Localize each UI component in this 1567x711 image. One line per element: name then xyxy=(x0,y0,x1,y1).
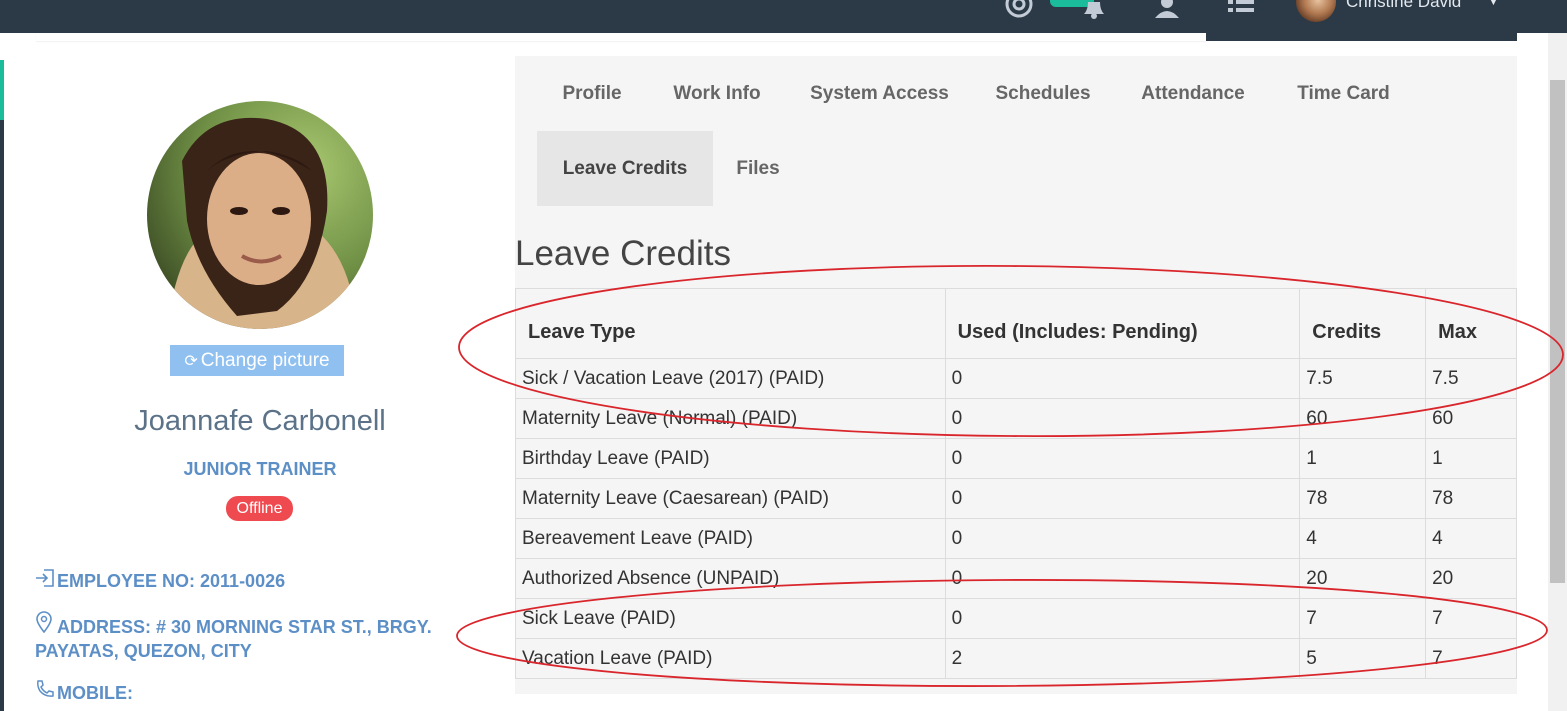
page-header-strip xyxy=(36,33,1206,41)
table-header-row: Leave Type Used (Includes: Pending) Cred… xyxy=(515,288,1517,359)
cell-leave-type: Birthday Leave (PAID) xyxy=(515,438,946,479)
cell-max: 78 xyxy=(1425,478,1517,519)
table-row: Maternity Leave (Caesarean) (PAID) 0 78 … xyxy=(515,478,1517,519)
address-line: ADDRESS: # 30 MORNING STAR ST., BRGY. xyxy=(35,611,432,641)
table-row: Maternity Leave (Normal) (PAID) 0 60 60 xyxy=(515,398,1517,439)
cell-used: 0 xyxy=(944,558,1301,599)
col-credits: Credits xyxy=(1299,288,1427,359)
employee-no-line: EMPLOYEE NO: 2011-0026 xyxy=(35,568,285,595)
cell-leave-type: Sick / Vacation Leave (2017) (PAID) xyxy=(515,358,946,399)
address-line-2: PAYATAS, QUEZON, CITY xyxy=(35,638,252,665)
cell-max: 1 xyxy=(1425,438,1517,479)
tab-profile[interactable]: Profile xyxy=(537,56,647,131)
cell-max: 60 xyxy=(1425,398,1517,439)
cell-credits: 1 xyxy=(1299,438,1427,479)
profile-photo xyxy=(147,101,373,329)
user-menu-ext xyxy=(1206,33,1517,41)
cell-used: 0 xyxy=(944,358,1301,399)
employee-name: Joannafe Carbonell xyxy=(134,405,386,437)
cell-max: 7 xyxy=(1425,638,1517,679)
cell-leave-type: Maternity Leave (Caesarean) (PAID) xyxy=(515,478,946,519)
address-line2: PAYATAS, QUEZON, CITY xyxy=(35,641,252,661)
support-icon[interactable] xyxy=(1005,0,1033,20)
sidebar-active-marker xyxy=(0,60,4,120)
cell-credits: 78 xyxy=(1299,478,1427,519)
col-leave-type: Leave Type xyxy=(515,288,946,359)
users-icon[interactable] xyxy=(1152,0,1182,20)
cell-leave-type: Sick Leave (PAID) xyxy=(515,598,946,639)
address-line1: ADDRESS: # 30 MORNING STAR ST., BRGY. xyxy=(57,617,432,637)
cell-credits: 7 xyxy=(1299,598,1427,639)
tab-system-access[interactable]: System Access xyxy=(787,56,972,131)
tab-files[interactable]: Files xyxy=(713,131,803,206)
list-icon[interactable] xyxy=(1228,0,1256,20)
status-badge: Offline xyxy=(226,496,293,521)
table-row: Birthday Leave (PAID) 0 1 1 xyxy=(515,438,1517,479)
table-row: Bereavement Leave (PAID) 0 4 4 xyxy=(515,518,1517,559)
tab-schedules[interactable]: Schedules xyxy=(972,56,1114,131)
refresh-icon: ⟳ xyxy=(184,353,198,370)
tab-time-card[interactable]: Time Card xyxy=(1272,56,1415,131)
cell-leave-type: Maternity Leave (Normal) (PAID) xyxy=(515,398,946,439)
user-avatar[interactable] xyxy=(1296,0,1336,22)
change-picture-label: Change picture xyxy=(200,350,330,371)
table-row: Authorized Absence (UNPAID) 0 20 20 xyxy=(515,558,1517,599)
cell-used: 0 xyxy=(944,478,1301,519)
cell-credits: 20 xyxy=(1299,558,1427,599)
cell-credits: 60 xyxy=(1299,398,1427,439)
section-title: Leave Credits xyxy=(515,234,731,273)
cell-used: 0 xyxy=(944,598,1301,639)
leave-credits-table: Leave Type Used (Includes: Pending) Cred… xyxy=(515,288,1517,679)
col-used: Used (Includes: Pending) xyxy=(944,288,1301,359)
cell-leave-type: Vacation Leave (PAID) xyxy=(515,638,946,679)
table-row: Sick / Vacation Leave (2017) (PAID) 0 7.… xyxy=(515,358,1517,399)
tab-leave-credits[interactable]: Leave Credits xyxy=(537,131,713,206)
cell-leave-type: Authorized Absence (UNPAID) xyxy=(515,558,946,599)
cell-max: 4 xyxy=(1425,518,1517,559)
bell-icon[interactable] xyxy=(1080,0,1108,20)
col-max: Max xyxy=(1425,288,1517,359)
top-navbar: Christine David ▼ xyxy=(0,0,1567,33)
mobile-label: MOBILE: xyxy=(57,683,133,703)
cell-max: 20 xyxy=(1425,558,1517,599)
mobile-line: MOBILE: xyxy=(35,679,133,707)
cell-used: 0 xyxy=(944,398,1301,439)
table-row: Sick Leave (PAID) 0 7 7 xyxy=(515,598,1517,639)
change-picture-button[interactable]: ⟳ Change picture xyxy=(170,345,344,376)
scrollbar-thumb[interactable] xyxy=(1550,80,1565,583)
sidebar-edge xyxy=(0,120,4,711)
cell-credits: 5 xyxy=(1299,638,1427,679)
phone-icon xyxy=(35,679,57,707)
employee-no: EMPLOYEE NO: 2011-0026 xyxy=(57,571,286,591)
user-name[interactable]: Christine David xyxy=(1346,0,1461,12)
cell-max: 7.5 xyxy=(1425,358,1517,399)
tab-work-info[interactable]: Work Info xyxy=(647,56,787,131)
map-marker-icon xyxy=(35,611,57,641)
tab-attendance[interactable]: Attendance xyxy=(1114,56,1272,131)
cell-used: 2 xyxy=(944,638,1301,679)
cell-max: 7 xyxy=(1425,598,1517,639)
cell-used: 0 xyxy=(944,438,1301,479)
sign-in-icon xyxy=(35,568,57,595)
cell-credits: 4 xyxy=(1299,518,1427,559)
cell-leave-type: Bereavement Leave (PAID) xyxy=(515,518,946,559)
table-row: Vacation Leave (PAID) 2 5 7 xyxy=(515,638,1517,679)
chevron-down-icon[interactable]: ▼ xyxy=(1488,0,1499,8)
employee-title: JUNIOR TRAINER xyxy=(183,459,337,479)
cell-used: 0 xyxy=(944,518,1301,559)
cell-credits: 7.5 xyxy=(1299,358,1427,399)
